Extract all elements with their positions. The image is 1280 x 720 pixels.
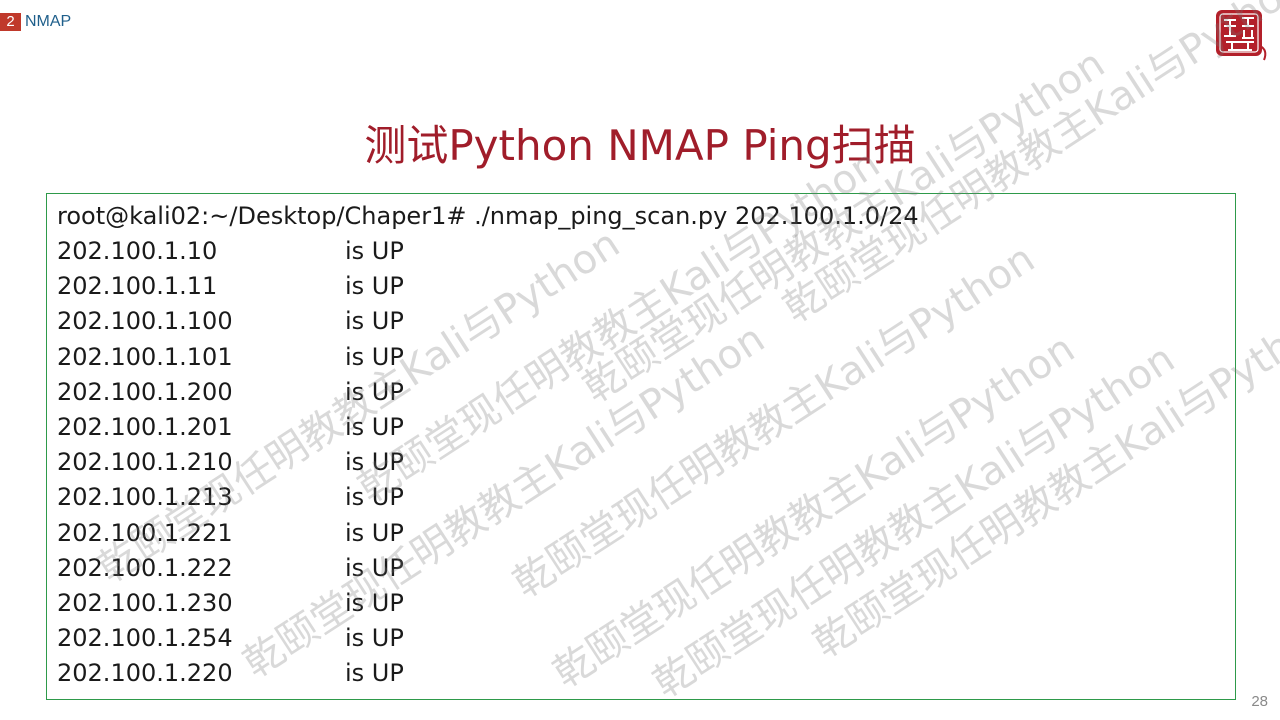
result-status: is UP (345, 659, 404, 688)
result-row: 202.100.1.210 is UP (57, 445, 404, 480)
result-status: is UP (345, 553, 404, 582)
result-row: 202.100.1.254 is UP (57, 621, 404, 656)
result-ip: 202.100.1.101 (57, 342, 233, 371)
result-row: 202.100.1.222 is UP (57, 551, 404, 586)
result-ip: 202.100.1.100 (57, 307, 233, 336)
result-row: 202.100.1.221 is UP (57, 516, 404, 551)
result-status: is UP (345, 272, 404, 301)
section-tag: 2 NMAP (0, 12, 71, 32)
result-status: is UP (345, 588, 404, 617)
page-number: 28 (1251, 693, 1268, 710)
section-name: NMAP (25, 13, 72, 30)
result-row: 202.100.1.200 is UP (57, 375, 404, 410)
result-status: is UP (345, 448, 404, 477)
scan-results-list: 202.100.1.10 is UP 202.100.1.11 is UP 202.10… (57, 234, 404, 691)
result-row: 202.100.1.213 is UP (57, 480, 404, 515)
result-ip: 202.100.1.200 (57, 377, 233, 406)
result-status: is UP (345, 377, 404, 406)
result-ip: 202.100.1.10 (57, 237, 218, 265)
result-status: is UP (345, 307, 404, 336)
result-row: 202.100.1.220 is UP (57, 656, 404, 691)
result-ip: 202.100.1.213 (57, 483, 233, 512)
result-row: 202.100.1.10 is UP (57, 234, 404, 269)
seal-logo-icon (1216, 10, 1267, 61)
result-ip: 202.100.1.11 (57, 272, 218, 301)
terminal-output-box: root@kali02:~/Desktop/Chaper1# ./nmap_pi… (46, 193, 1236, 700)
result-status: is UP (345, 342, 404, 371)
result-row: 202.100.1.100 is UP (57, 304, 404, 339)
terminal-command: root@kali02:~/Desktop/Chaper1# ./nmap_pi… (57, 202, 919, 230)
result-ip: 202.100.1.254 (57, 624, 233, 653)
result-row: 202.100.1.201 is UP (57, 410, 404, 445)
result-status: is UP (345, 624, 404, 653)
result-status: is UP (345, 483, 404, 512)
result-row: 202.100.1.11 is UP (57, 269, 404, 304)
result-row: 202.100.1.101 is UP (57, 340, 404, 375)
result-ip: 202.100.1.201 (57, 412, 233, 441)
result-status: is UP (345, 412, 404, 441)
result-status: is UP (345, 518, 404, 547)
result-ip: 202.100.1.230 (57, 588, 233, 617)
result-ip: 202.100.1.222 (57, 553, 233, 582)
result-ip: 202.100.1.210 (57, 448, 233, 477)
result-row: 202.100.1.230 is UP (57, 586, 404, 621)
result-ip: 202.100.1.221 (57, 518, 233, 547)
page-title: 测试Python NMAP Ping扫描 (364, 121, 916, 170)
result-status: is UP (345, 237, 404, 265)
section-number-badge: 2 (0, 13, 21, 31)
result-ip: 202.100.1.220 (57, 659, 233, 688)
